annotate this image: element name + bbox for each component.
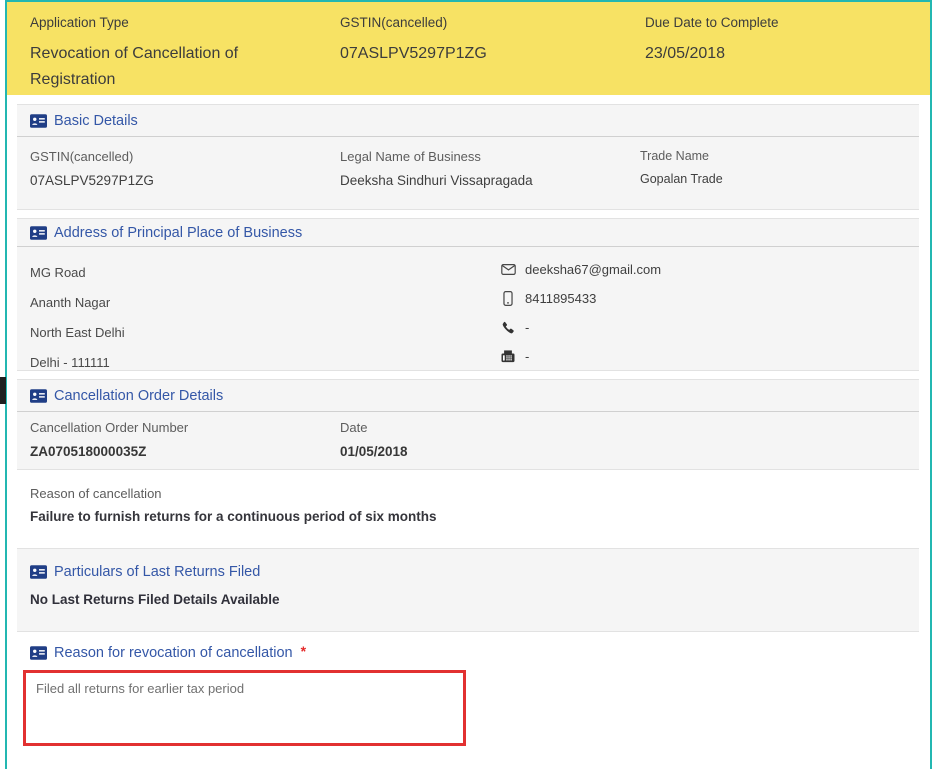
revocation-application-page: Application Type GSTIN(cancelled) Due Da… (0, 0, 935, 769)
fax-icon (500, 350, 516, 363)
fax-value: - (525, 349, 529, 364)
address-line-state-pin: Delhi - 111111 (30, 348, 125, 378)
due-date-value: 23/05/2018 (645, 41, 725, 67)
basic-details-section: Basic Details GSTIN(cancelled) 07ASLPV52… (17, 104, 919, 210)
application-summary-banner: Application Type GSTIN(cancelled) Due Da… (7, 2, 930, 95)
trade-name-label: Trade Name (640, 149, 723, 163)
email-row: deeksha67@gmail.com (500, 255, 661, 284)
cancellation-reason-label: Reason of cancellation (30, 486, 930, 501)
contact-list: deeksha67@gmail.com 8411895433 (500, 255, 661, 371)
basic-details-title: Basic Details (54, 113, 138, 129)
phone-value: - (525, 320, 529, 335)
order-date-label: Date (340, 420, 408, 435)
order-date-field: Date 01/05/2018 (340, 420, 408, 459)
address-line-area: Ananth Nagar (30, 288, 125, 318)
gstin-field-label: GSTIN(cancelled) (30, 149, 154, 164)
address-section-title: Address of Principal Place of Business (54, 225, 302, 241)
gstin-field: GSTIN(cancelled) 07ASLPV5297P1ZG (30, 149, 154, 188)
revocation-reason-title: Reason for revocation of cancellation (54, 645, 293, 661)
application-type-value: Revocation of Cancellation of Registrati… (30, 41, 320, 93)
revocation-reason-textarea[interactable]: Filed all returns for earlier tax period (23, 670, 466, 746)
phone-row: - (500, 313, 661, 342)
revocation-reason-block: Reason for revocation of cancellation * F… (7, 632, 930, 746)
no-returns-message: No Last Returns Filed Details Available (30, 592, 906, 607)
revocation-reason-header: Reason for revocation of cancellation * (23, 645, 930, 661)
id-card-icon (30, 646, 47, 660)
order-number-field: Cancellation Order Number ZA070518000035… (30, 420, 188, 459)
order-number-value: ZA070518000035Z (30, 444, 188, 459)
address-line-district: North East Delhi (30, 318, 125, 348)
page-content: Application Type GSTIN(cancelled) Due Da… (7, 2, 930, 769)
cancellation-order-title: Cancellation Order Details (54, 388, 223, 404)
legal-name-label: Legal Name of Business (340, 149, 533, 164)
cancellation-order-body: Cancellation Order Number ZA070518000035… (17, 412, 919, 469)
address-body: MG Road Ananth Nagar North East Delhi De… (17, 247, 919, 370)
trade-name-value: Gopalan Trade (640, 172, 723, 186)
fax-row: - (500, 342, 661, 371)
order-number-label: Cancellation Order Number (30, 420, 188, 435)
application-type-label: Application Type (30, 15, 129, 30)
address-line-street: MG Road (30, 258, 125, 288)
address-lines: MG Road Ananth Nagar North East Delhi De… (30, 258, 125, 378)
id-card-icon (30, 389, 47, 403)
phone-icon (500, 321, 516, 335)
mobile-icon (500, 291, 516, 306)
cancellation-order-section: Cancellation Order Details Cancellation … (17, 379, 919, 470)
last-returns-section: Particulars of Last Returns Filed No Las… (17, 548, 919, 632)
trade-name-field: Trade Name Gopalan Trade (640, 149, 723, 186)
email-value: deeksha67@gmail.com (525, 262, 661, 277)
mobile-row: 8411895433 (500, 284, 661, 313)
last-returns-title: Particulars of Last Returns Filed (54, 564, 260, 580)
email-icon (500, 264, 516, 275)
due-date-label: Due Date to Complete (645, 15, 779, 30)
left-edge-scroll-artifact (0, 377, 6, 404)
cancellation-order-header: Cancellation Order Details (17, 380, 919, 412)
gstin-value: 07ASLPV5297P1ZG (340, 41, 487, 67)
address-section-header: Address of Principal Place of Business (17, 219, 919, 247)
basic-details-body: GSTIN(cancelled) 07ASLPV5297P1ZG Legal N… (17, 137, 919, 209)
cancellation-reason-value: Failure to furnish returns for a continu… (30, 509, 930, 524)
mobile-value: 8411895433 (525, 291, 596, 306)
legal-name-field: Legal Name of Business Deeksha Sindhuri … (340, 149, 533, 188)
address-section: Address of Principal Place of Business M… (17, 218, 919, 371)
basic-details-header: Basic Details (17, 105, 919, 137)
id-card-icon (30, 114, 47, 128)
last-returns-header: Particulars of Last Returns Filed (30, 564, 906, 580)
gstin-field-value: 07ASLPV5297P1ZG (30, 173, 154, 188)
gstin-label: GSTIN(cancelled) (340, 15, 447, 30)
id-card-icon (30, 226, 47, 240)
required-asterisk: * (301, 643, 306, 659)
order-date-value: 01/05/2018 (340, 444, 408, 459)
id-card-icon (30, 565, 47, 579)
legal-name-value: Deeksha Sindhuri Vissapragada (340, 173, 533, 188)
cancellation-reason-block: Reason of cancellation Failure to furnis… (7, 470, 930, 548)
